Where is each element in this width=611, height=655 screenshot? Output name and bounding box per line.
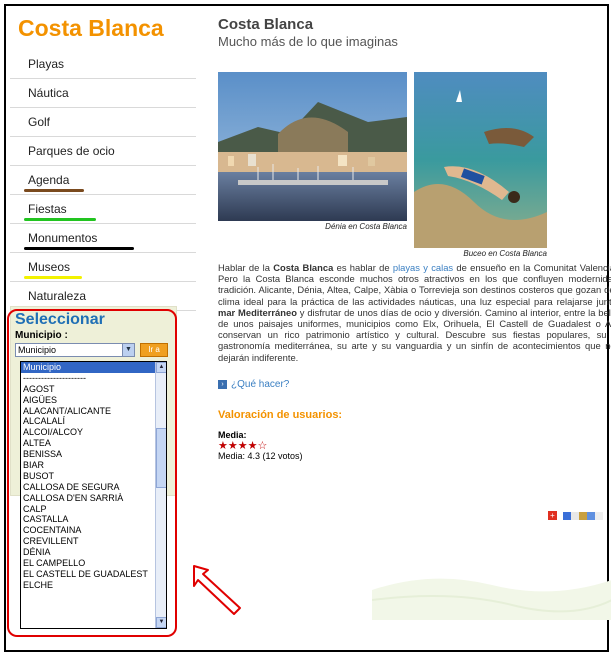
rating-value: Media: 4.3 (12 votos) xyxy=(218,451,303,461)
body-text-2: es hablar de xyxy=(333,262,393,273)
nav-item-fiestas[interactable]: Fiestas xyxy=(10,195,196,224)
nav-item-label: Monumentos xyxy=(28,231,98,245)
nav-item-label: Agenda xyxy=(28,173,70,187)
que-hacer-label: ¿Qué hacer? xyxy=(231,379,290,390)
nav-item-parques-de-ocio[interactable]: Parques de ocio xyxy=(10,137,196,166)
nav-item-label: Parques de ocio xyxy=(28,144,115,158)
social-bookmark-icons[interactable] xyxy=(563,511,603,520)
arrow-right-icon: › xyxy=(218,380,227,389)
highlight-underline xyxy=(24,276,82,279)
page-subtitle: Mucho más de lo que imaginas xyxy=(218,34,398,49)
nav-item-playas[interactable]: Playas xyxy=(10,50,196,79)
nav-item-label: Playas xyxy=(28,57,65,71)
annotation-arrow-icon xyxy=(193,565,241,615)
highlight-underline xyxy=(24,189,84,192)
highlight-underline xyxy=(24,218,96,221)
annotation-highlight-box xyxy=(7,309,177,637)
highlight-underline xyxy=(24,247,134,250)
decorative-wave xyxy=(372,578,611,620)
playas-link[interactable]: playas y calas xyxy=(393,262,453,273)
denia-caption: Dénia en Costa Blanca xyxy=(325,222,407,231)
rating-title: Valoración de usuarios: xyxy=(218,409,343,421)
share-plus-icon[interactable]: + xyxy=(548,511,557,520)
denia-photo xyxy=(218,72,407,221)
buceo-caption: Buceo en Costa Blanca xyxy=(463,249,547,258)
nav-item-label: Náutica xyxy=(28,86,69,100)
intro-paragraph: Hablar de la Costa Blanca es hablar de p… xyxy=(218,262,611,363)
body-bold-mar: mar Mediterráneo xyxy=(218,306,297,318)
buceo-photo xyxy=(414,72,547,248)
body-bold-costa-blanca: Costa Blanca xyxy=(273,262,334,273)
que-hacer-link[interactable]: › ¿Qué hacer? xyxy=(218,379,289,390)
sidebar: Costa Blanca Playas Náutica Golf Parques… xyxy=(10,14,196,311)
site-title[interactable]: Costa Blanca xyxy=(10,14,196,50)
share-toolbar: + xyxy=(548,511,603,520)
nav-item-label: Golf xyxy=(28,115,51,129)
nav-item-label: Naturaleza xyxy=(28,289,87,303)
nav-item-label: Fiestas xyxy=(28,202,67,216)
nav-item-agenda[interactable]: Agenda xyxy=(10,166,196,195)
nav-item-monumentos[interactable]: Monumentos xyxy=(10,224,196,253)
nav-item-museos[interactable]: Museos xyxy=(10,253,196,282)
main-content: Costa Blanca Mucho más de lo que imagina… xyxy=(218,16,610,49)
page-title: Costa Blanca xyxy=(218,16,314,33)
nav-item-label: Museos xyxy=(28,260,71,274)
body-text-1: Hablar de la xyxy=(218,262,274,273)
nav-item-nautica[interactable]: Náutica xyxy=(10,79,196,108)
nav-item-golf[interactable]: Golf xyxy=(10,108,196,137)
